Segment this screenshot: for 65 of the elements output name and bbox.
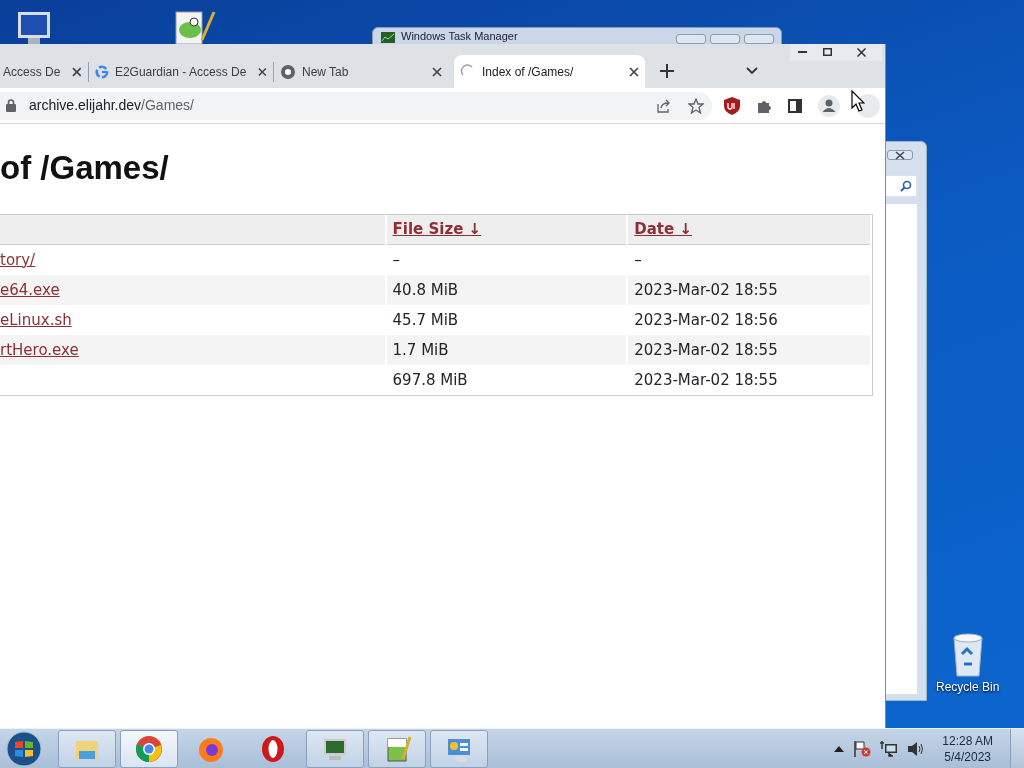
new-tab-icon[interactable] [660,64,674,78]
opera-icon [259,734,287,763]
maximize-icon [823,48,832,56]
browser-tab[interactable]: E2Guardian - Access De [89,55,273,88]
address-bar[interactable]: archive.elijahr.dev/Games/ [0,91,712,120]
tab-title: E2Guardian - Access De [114,63,247,81]
profile-icon[interactable] [818,94,840,117]
table-cell-text: – [633,249,643,271]
tab-title: Access De [3,63,61,81]
close-icon [856,47,866,57]
start-button[interactable] [4,729,44,768]
close-icon[interactable] [432,66,442,77]
search-field[interactable] [885,175,917,197]
volume-icon[interactable] [907,740,926,757]
table-cell: 40.8 MiB [386,275,627,305]
browser-tab[interactable]: Index of /Games/ [454,55,645,88]
close-icon[interactable] [72,66,82,77]
lock-icon [6,99,16,112]
table-cell-text: – [391,249,402,271]
show-hidden-icons-button[interactable] [834,745,845,752]
browser-tab[interactable]: Access De [0,55,88,88]
icon-label: Recycle Bin [936,679,1000,696]
close-icon[interactable] [629,66,639,77]
tab-title: New Tab [302,63,349,81]
clock-time: 12:28 AM [942,732,993,749]
chrome-icon [280,63,296,80]
chrome-icon [135,734,163,763]
clock-date: 5/4/2023 [943,748,992,765]
table-cell: 2023-Mar-02 18:55 [628,335,870,365]
taskbar-button[interactable] [306,729,364,768]
minimize-icon [798,51,807,53]
share-icon[interactable] [656,97,672,114]
search-icon [900,180,912,192]
table-cell-text: 2023-Mar-02 18:55 [633,369,779,391]
notepad-icon[interactable] [172,10,216,44]
url-host: archive.elijahr.dev [29,96,142,115]
close-button[interactable] [887,150,913,160]
table-cell: 2023-Mar-02 18:55 [628,275,870,305]
close-icon[interactable] [258,66,267,77]
network-icon[interactable] [880,740,899,757]
table-cell-text: 2023-Mar-02 18:56 [633,309,779,331]
taskbar-button[interactable] [368,729,426,768]
column-header-link[interactable]: Date ↓ [634,220,692,239]
browser-tab[interactable]: New Tab [274,55,448,88]
tab-title: Index of /Games/ [482,63,574,81]
window-title: Windows Task Manager [401,30,518,43]
google-icon [95,63,109,80]
file-link[interactable]: e64.exe [0,280,60,299]
side-panel-icon[interactable] [788,98,802,113]
taskbar-button[interactable] [430,729,488,768]
file-link[interactable]: rtHero.exe [0,340,79,359]
file-link[interactable]: eLinux.sh [0,310,72,329]
url-path: /Games/ [141,96,194,115]
table-cell-text: 697.8 MiB [391,369,469,391]
table-cell: 1.7 MiB [386,335,627,365]
shield-icon[interactable] [724,96,740,115]
page-heading: of /Games/ [0,148,170,188]
action-center-icon[interactable] [853,740,872,757]
taskbar-button[interactable] [120,729,178,768]
star-icon[interactable] [688,97,704,114]
chevron-down-icon[interactable] [746,67,758,75]
file-link[interactable]: tory/ [0,250,36,269]
close-icon [895,150,905,160]
task-manager-icon [381,32,395,43]
table-cell-text: 45.7 MiB [391,309,460,331]
